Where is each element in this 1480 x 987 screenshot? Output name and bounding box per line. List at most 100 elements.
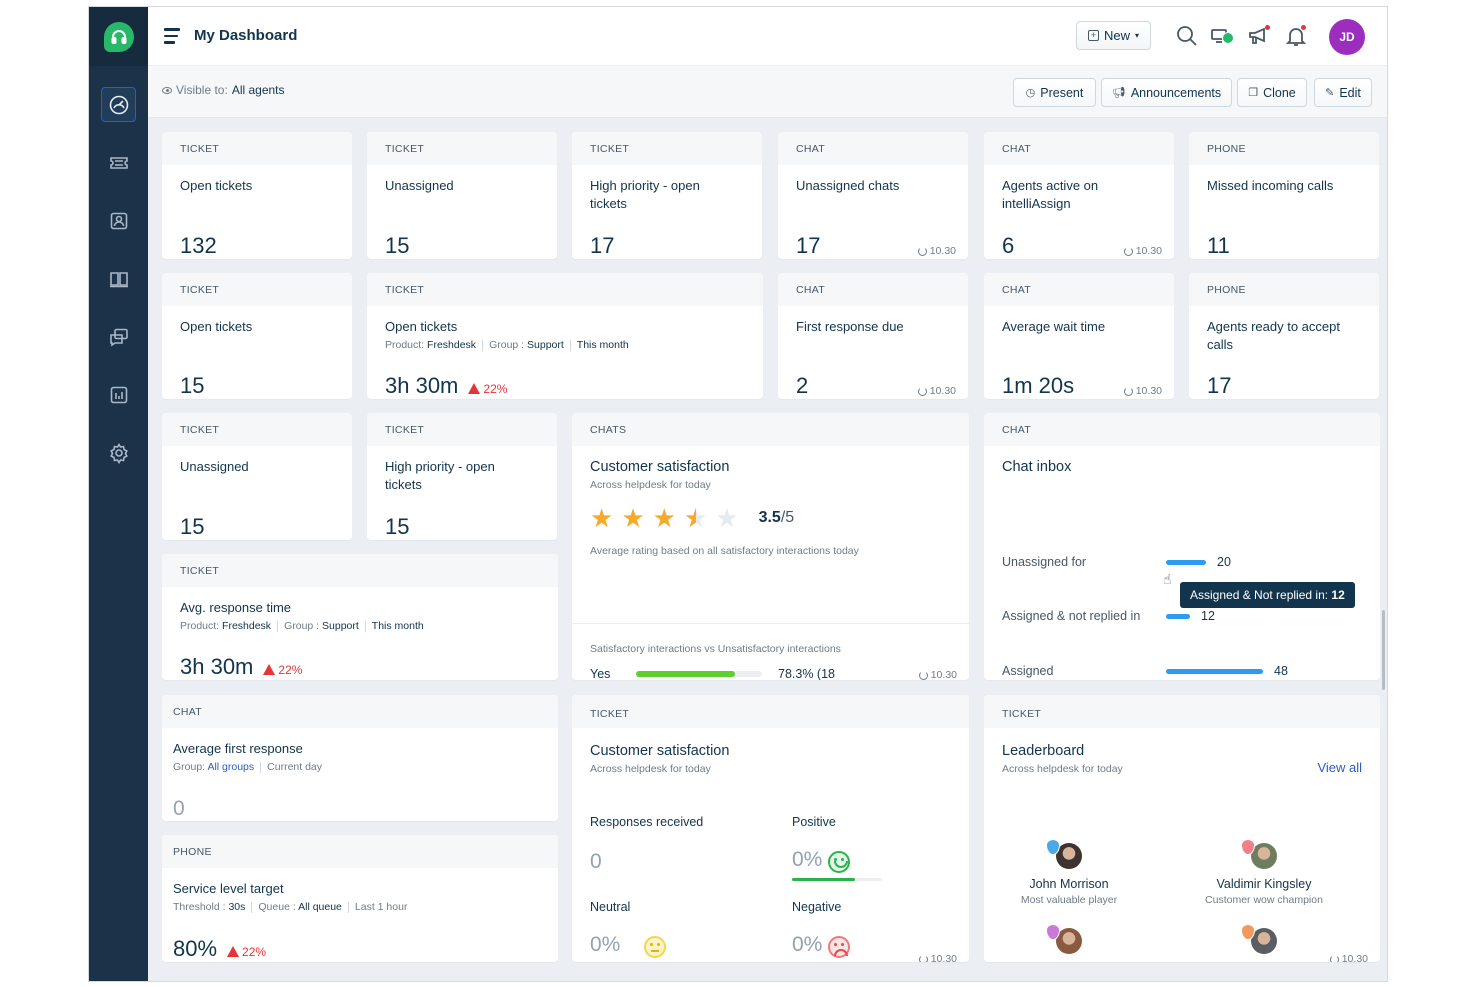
- group-filter-link[interactable]: All groups: [207, 761, 254, 773]
- widget-unassigned-2[interactable]: TICKET Unassigned 15: [162, 413, 352, 540]
- satisfaction-value: 78.3% (18: [778, 667, 835, 680]
- positive-label: Positive: [792, 815, 836, 829]
- gear-icon: [109, 442, 128, 464]
- widget-unassigned-chats[interactable]: CHAT Unassigned chats 17 10.30: [778, 132, 968, 259]
- visibility-info: Visible to: All agents: [162, 83, 285, 97]
- sidebar-item-reports[interactable]: [101, 377, 136, 412]
- sidebar-item-dashboard[interactable]: [101, 87, 136, 122]
- widget-chat-customer-satisfaction[interactable]: CHATS Customer satisfaction Across helpd…: [572, 413, 969, 680]
- announcements-button[interactable]: 📢︎ Announcements: [1101, 78, 1232, 107]
- inbox-row[interactable]: Assigned 48: [1002, 664, 1332, 680]
- edit-button[interactable]: ✎ Edit: [1314, 78, 1372, 107]
- widget-title: Average wait time: [1002, 319, 1106, 334]
- agent-status-icon[interactable]: [1210, 24, 1234, 48]
- widget-chat-inbox[interactable]: CHAT Chat inbox Unassigned for 20 Assigned…: [984, 413, 1380, 680]
- leaderboard-person[interactable]: Kabuto YakushiSpeed racer: [1174, 924, 1354, 962]
- view-all-link[interactable]: View all: [1317, 760, 1362, 775]
- inbox-bar[interactable]: [1166, 669, 1263, 674]
- notifications-bell-icon[interactable]: [1284, 24, 1308, 48]
- page-scrollbar[interactable]: [1382, 610, 1385, 690]
- positive-value-row: 0%: [792, 848, 851, 873]
- inbox-bar[interactable]: [1166, 560, 1206, 565]
- inbox-row[interactable]: Assigned & not replied in 12: [1002, 609, 1332, 627]
- leaderboard-person[interactable]: John Morrison Most valuable player: [984, 839, 1159, 906]
- widget-missed-calls[interactable]: PHONE Missed incoming calls 11: [1189, 132, 1379, 259]
- widget-value: 15: [180, 373, 205, 398]
- widget-type: CHAT: [984, 132, 1174, 165]
- leaderboard-person[interactable]: Lily CollinsSharp shooter: [984, 924, 1159, 962]
- widget-type: TICKET: [572, 132, 762, 165]
- refresh-time: 10.30: [930, 953, 957, 962]
- satisfaction-bar-fill: [636, 671, 735, 677]
- book-icon: [109, 271, 128, 287]
- gauge-icon: [109, 95, 128, 114]
- widget-average-first-response[interactable]: CHAT Average first response Group: All g…: [162, 695, 558, 821]
- positive-bar-fill: [792, 878, 855, 881]
- freshdesk-logo-icon[interactable]: [103, 21, 134, 52]
- leaderboard-person[interactable]: Valdimir Kingsley Customer wow champion: [1174, 839, 1354, 906]
- inbox-bar[interactable]: [1166, 614, 1190, 619]
- sidebar-item-tickets[interactable]: [101, 145, 136, 180]
- widget-value: 6: [1002, 233, 1015, 258]
- agent-avatar: [1046, 839, 1082, 869]
- widget-high-priority-2[interactable]: TICKET High priority - open tickets 15: [367, 413, 557, 540]
- widget-average-wait-time[interactable]: CHAT Average wait time 1m 20s 10.30: [984, 273, 1174, 399]
- new-button-label: New: [1103, 28, 1130, 43]
- widget-value: 80%: [173, 936, 218, 961]
- trend-value: 22%: [242, 945, 267, 959]
- widget-type: TICKET: [162, 273, 352, 306]
- comparison-title: Satisfactory interactions vs Unsatisfact…: [590, 643, 841, 655]
- widget-agents-intelliassign[interactable]: CHAT Agents active on intelliAssign 6 10…: [984, 132, 1174, 259]
- widget-service-level-target[interactable]: PHONE Service level target Threshold : 3…: [162, 835, 558, 962]
- widget-leaderboard[interactable]: TICKET Leaderboard View all Across helpd…: [984, 695, 1380, 962]
- plus-icon: +: [1087, 30, 1099, 41]
- widget-open-tickets[interactable]: TICKET Open tickets 132: [162, 132, 352, 259]
- present-button[interactable]: ◷ Present: [1013, 78, 1096, 107]
- new-button[interactable]: + New ▾: [1076, 21, 1151, 50]
- rating-value: 3.5: [758, 509, 781, 526]
- last-refreshed: 10.30: [918, 953, 957, 962]
- user-avatar[interactable]: JD: [1329, 19, 1365, 55]
- neutral-label: Neutral: [590, 900, 631, 914]
- widget-value-row: 3h 30m 22%: [180, 654, 302, 680]
- negative-value-row: 0%: [792, 933, 851, 958]
- widget-open-tickets-response[interactable]: TICKET Open tickets Product: Freshdesk Gr…: [367, 273, 763, 399]
- last-refreshed: 10.30: [917, 245, 956, 257]
- sidebar-item-admin[interactable]: [101, 435, 136, 470]
- widget-high-priority-open[interactable]: TICKET High priority - open tickets 17: [572, 132, 762, 259]
- widget-type: TICKET: [984, 695, 1380, 728]
- positive-value: 0%: [792, 848, 823, 871]
- sidebar-item-knowledge-base[interactable]: [101, 261, 136, 296]
- inbox-value: 20: [1217, 555, 1231, 569]
- filter-value: Support: [322, 620, 359, 632]
- widget-open-tickets-2[interactable]: TICKET Open tickets 15: [162, 273, 352, 399]
- filter-label: Queue :: [258, 901, 296, 913]
- agent-award: Most valuable player: [1020, 894, 1118, 906]
- widget-title: High priority - open tickets: [385, 459, 495, 492]
- refresh-icon: [918, 670, 928, 680]
- clone-button[interactable]: ❐ Clone: [1237, 78, 1307, 107]
- announcements-label: Announcements: [1130, 85, 1222, 100]
- sidebar-item-contacts[interactable]: [101, 203, 136, 238]
- widget-value: 132: [180, 233, 217, 258]
- widget-agents-ready[interactable]: PHONE Agents ready to accept calls 17: [1189, 273, 1379, 399]
- chat-icon: [109, 328, 128, 346]
- widget-value: 15: [385, 233, 410, 258]
- edit-label: Edit: [1339, 85, 1361, 100]
- filter-label: Threshold :: [173, 901, 226, 913]
- star-icon: ★: [715, 503, 739, 533]
- widget-title: Leaderboard: [1002, 743, 1085, 759]
- widget-first-response-due[interactable]: CHAT First response due 2 10.30: [778, 273, 968, 399]
- widget-title: Open tickets: [180, 319, 253, 334]
- widget-ticket-customer-satisfaction[interactable]: TICKET Customer satisfaction Across help…: [572, 695, 969, 962]
- announcements-megaphone-icon[interactable]: [1247, 24, 1271, 48]
- hamburger-menu-icon[interactable]: [164, 28, 180, 44]
- sidebar-item-conversations[interactable]: [101, 319, 136, 354]
- widget-unassigned[interactable]: TICKET Unassigned 15: [367, 132, 557, 259]
- widget-avg-response-time[interactable]: TICKET Avg. response time Product: Fresh…: [162, 554, 558, 680]
- app-window: My Dashboard + New ▾ JD Visible to: All …: [88, 6, 1388, 982]
- widget-value: 17: [796, 233, 821, 258]
- search-icon[interactable]: [1175, 24, 1199, 48]
- trend-indicator: 22%: [263, 663, 302, 677]
- widget-subtitle: Across helpdesk for today: [590, 479, 711, 491]
